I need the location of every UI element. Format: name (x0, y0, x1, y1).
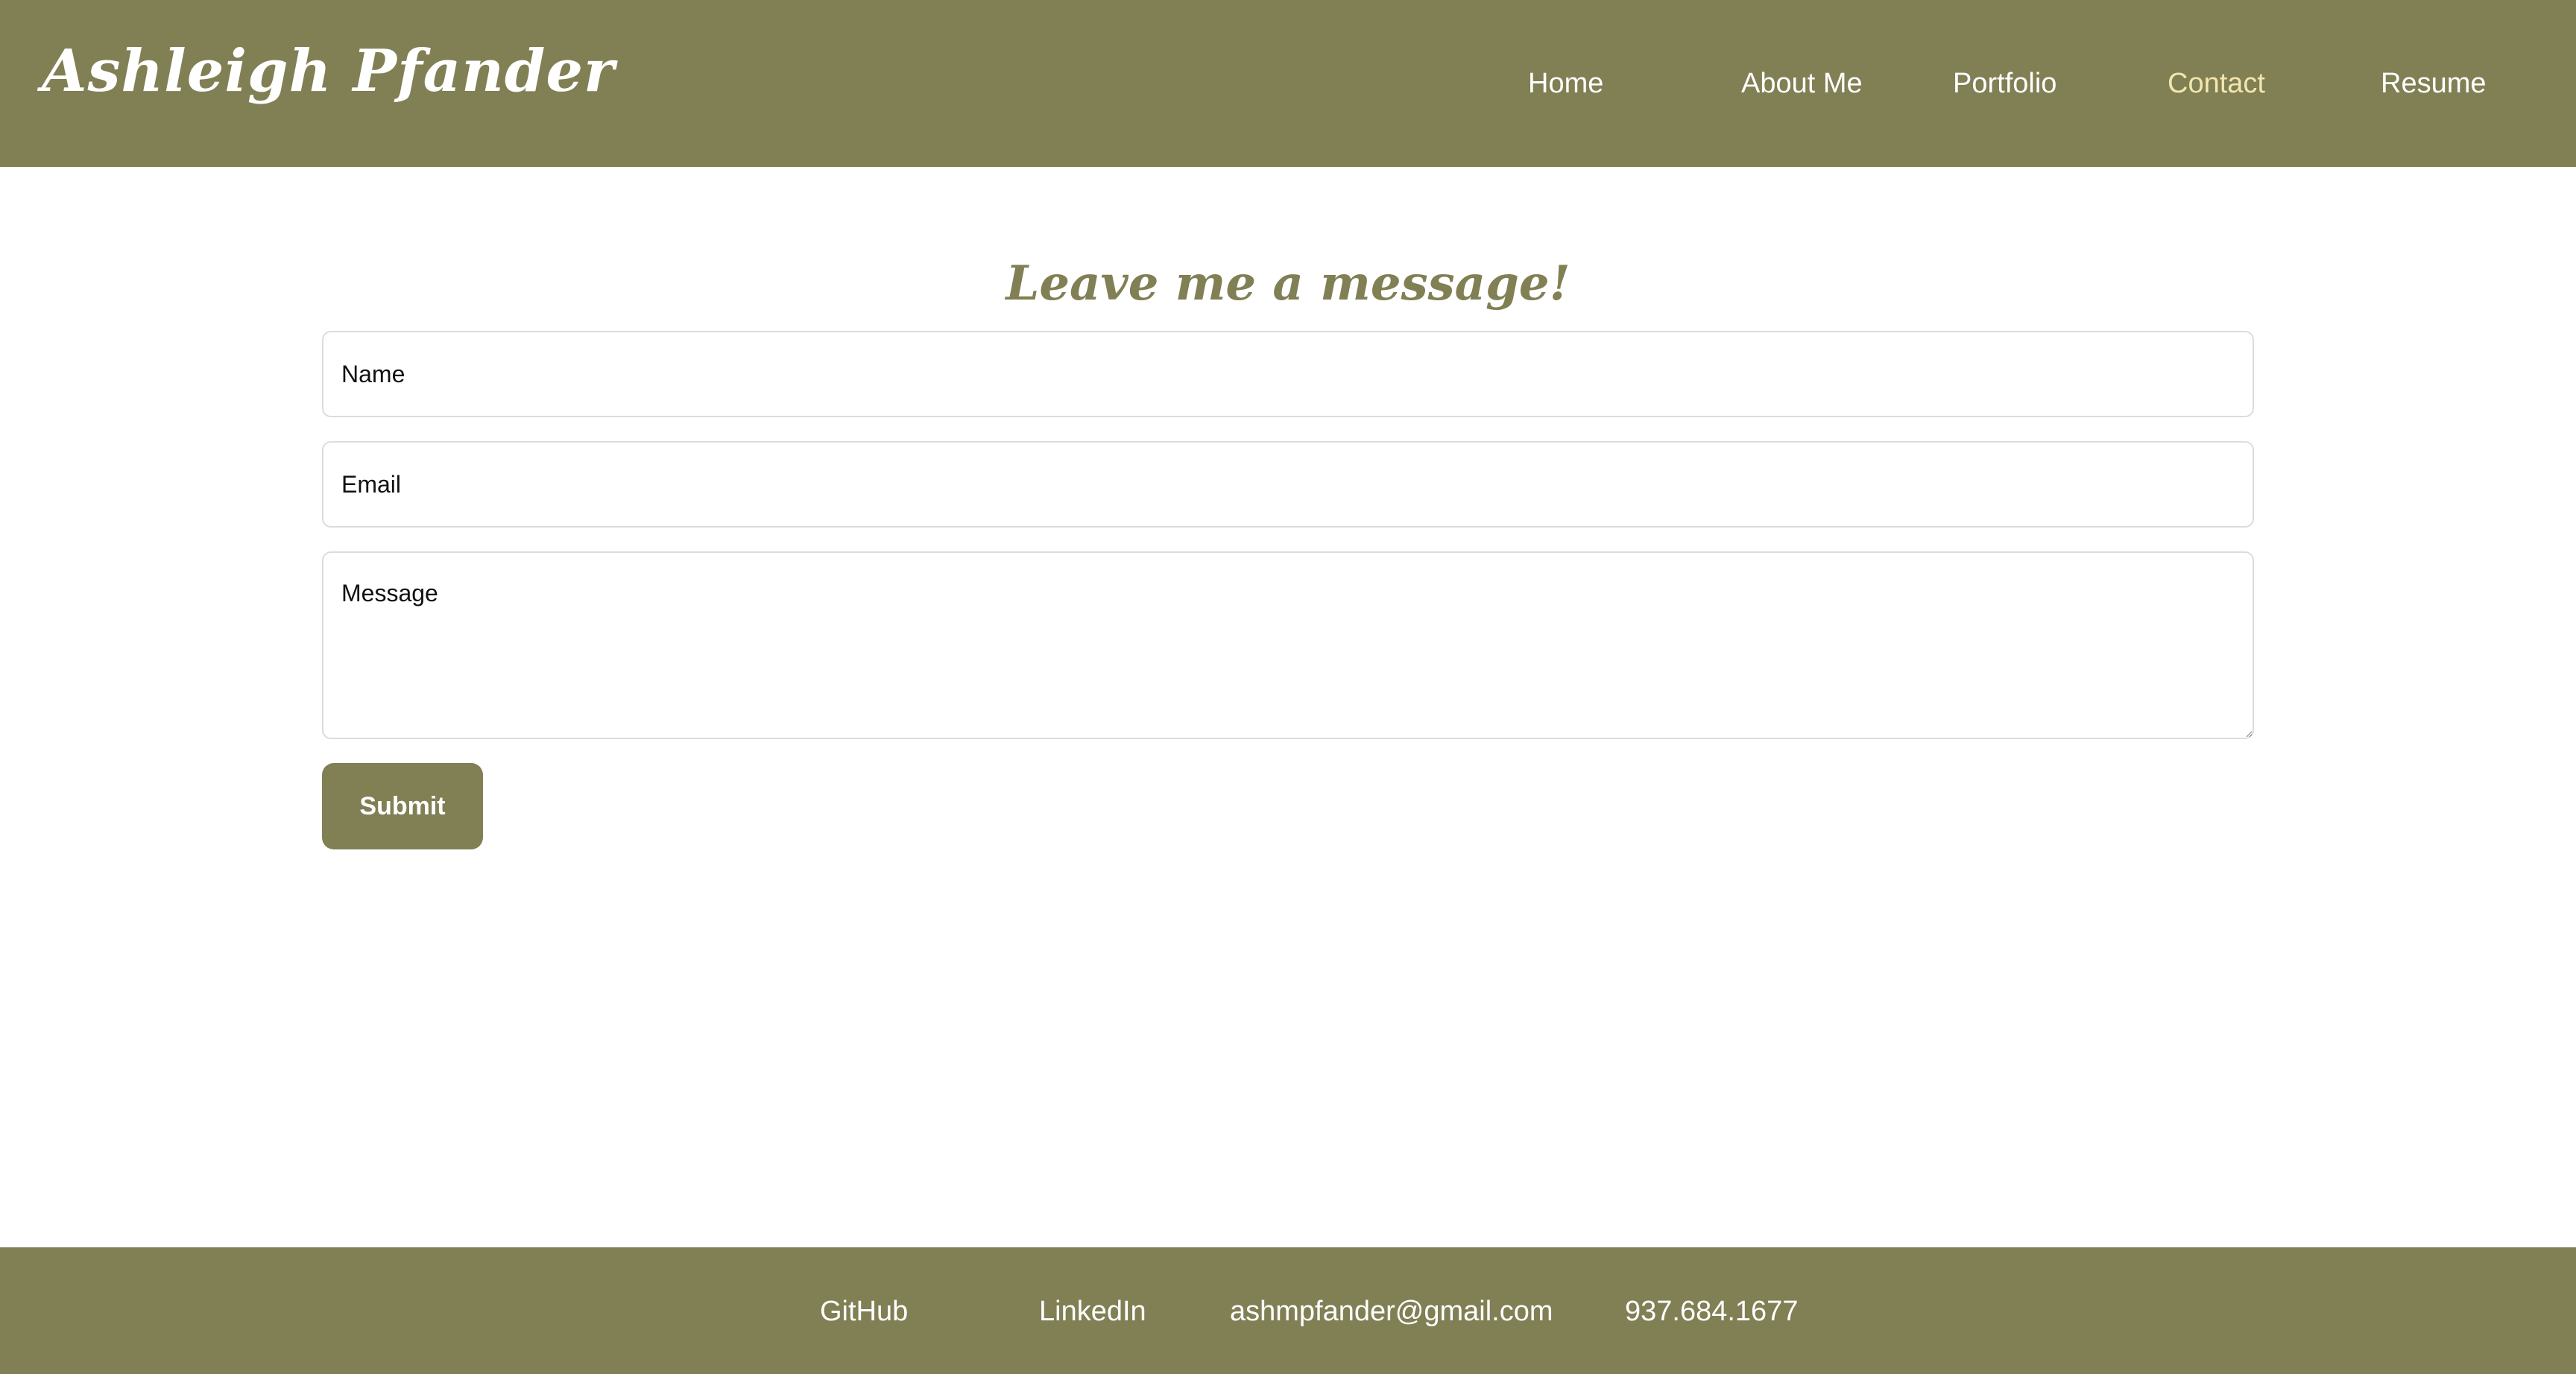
email-field[interactable] (322, 441, 2254, 528)
footer-phone-link[interactable]: 937.684.1677 (1625, 1291, 1798, 1332)
submit-button[interactable]: Submit (322, 763, 483, 849)
nav-about-link[interactable]: About Me (1741, 63, 1863, 104)
site-brand[interactable]: Ashleigh Pfander (42, 37, 615, 105)
site-footer: GitHub LinkedIn ashmpfander@gmail.com 93… (0, 1247, 2576, 1374)
nav-resume-link[interactable]: Resume (2381, 63, 2487, 104)
footer-linkedin-link[interactable]: LinkedIn (1039, 1291, 1146, 1332)
site-header: Ashleigh Pfander Home About Me Portfolio… (0, 0, 2576, 167)
footer-email-link[interactable]: ashmpfander@gmail.com (1230, 1291, 1553, 1332)
nav-contact-link[interactable]: Contact (2168, 63, 2265, 104)
footer-github-link[interactable]: GitHub (820, 1291, 908, 1332)
nav-portfolio-link[interactable]: Portfolio (1953, 63, 2056, 104)
message-field[interactable] (322, 551, 2254, 739)
name-field[interactable] (322, 331, 2254, 417)
nav-home-link[interactable]: Home (1528, 63, 1603, 104)
page-title: Leave me a message! (1006, 255, 1570, 311)
